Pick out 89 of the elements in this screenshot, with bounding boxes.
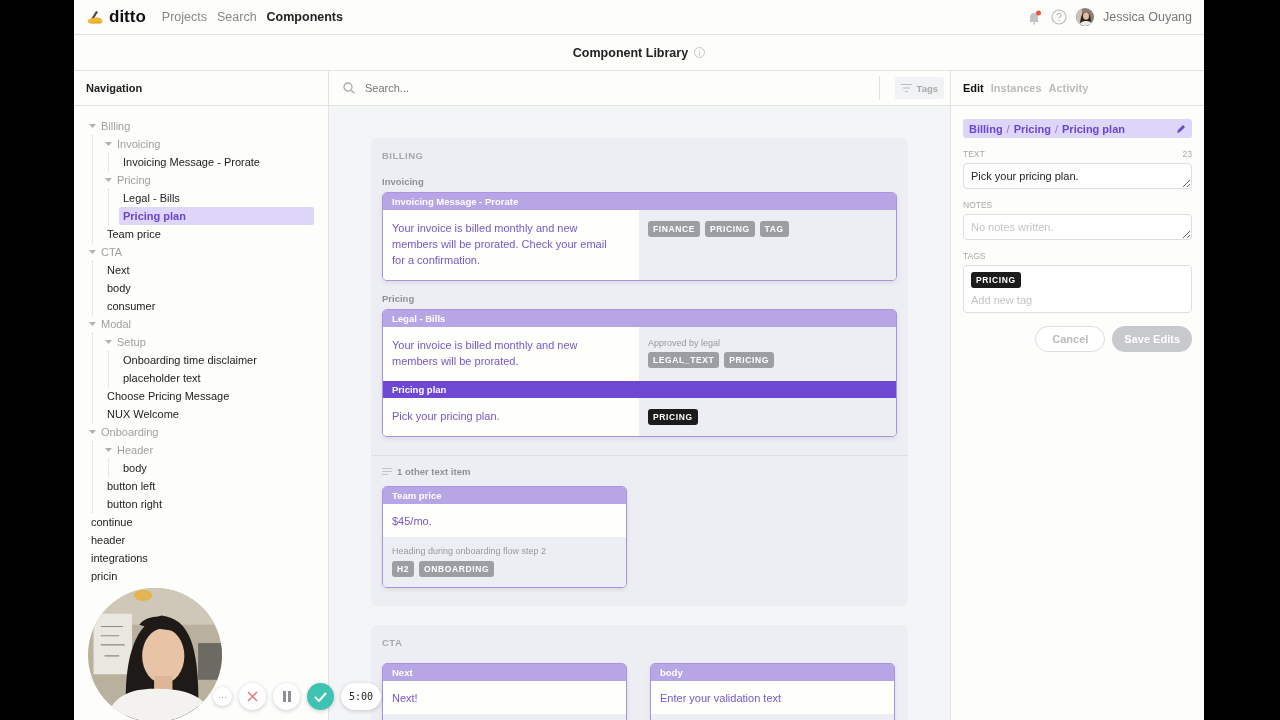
tab[interactable]: Edit: [963, 82, 984, 94]
caret-icon[interactable]: [89, 429, 96, 435]
section-title: CTA: [382, 637, 404, 650]
breadcrumb-separator: /: [1006, 122, 1010, 135]
info-icon[interactable]: [694, 47, 706, 58]
component-card[interactable]: body Enter your validation text: [650, 663, 895, 720]
close-icon: [247, 691, 258, 702]
page-title: Component Library: [572, 45, 689, 60]
tree-item[interactable]: pricin: [87, 567, 314, 585]
tree-item[interactable]: header: [87, 531, 314, 549]
group-title: Invoicing: [382, 176, 425, 187]
tree-item[interactable]: Choose Pricing Message: [103, 387, 314, 405]
tree-item[interactable]: Team price: [103, 225, 314, 243]
tag: LEGAL_TEXT: [648, 352, 720, 368]
tree-item[interactable]: Legal - Bills: [119, 189, 314, 207]
tree-item[interactable]: Next: [103, 261, 314, 279]
nav-link[interactable]: Projects: [161, 10, 207, 24]
user-name[interactable]: Jessica Ouyang: [1103, 10, 1192, 24]
breadcrumb-separator: /: [1054, 122, 1059, 135]
component-card[interactable]: Invoicing Message - Prorate Your invoice is billed monthly and new members will be prorated. Check your email for a confirmation. FINANCE PRICING TAG: [382, 192, 897, 281]
item-text: $45/mo.: [383, 504, 626, 537]
tag: TAG: [759, 221, 789, 237]
tree-item[interactable]: body: [119, 459, 314, 477]
item-note: Approved by legal: [648, 338, 722, 348]
item-note: Heading during onboarding flow step 2: [392, 546, 548, 556]
search-icon: [343, 82, 355, 94]
section-title: BILLING: [382, 150, 425, 163]
tree-item[interactable]: body: [103, 279, 314, 297]
item-text: Enter your validation text: [651, 681, 894, 714]
nav-link[interactable]: Components: [266, 10, 343, 24]
field-label: NOTES: [963, 200, 993, 210]
close-button[interactable]: [239, 683, 266, 710]
notes-field[interactable]: No notes written.: [963, 214, 1192, 240]
breadcrumb-link[interactable]: Pricing: [1013, 122, 1051, 135]
tree-item[interactable]: integrations: [87, 549, 314, 567]
tree-item[interactable]: Onboarding time disclaimer: [119, 351, 314, 369]
breadcrumb-link[interactable]: Billing: [969, 122, 1003, 135]
field-label: TAGS: [963, 251, 986, 261]
item-text: Your invoice is billed monthly and new members will be prorated. Check your email for a confirmation.: [383, 210, 639, 280]
tag: PRICING: [705, 221, 755, 237]
pause-icon: [281, 691, 292, 702]
component-card[interactable]: Next Next!: [382, 663, 627, 720]
check-icon: [314, 691, 327, 702]
caret-icon[interactable]: [105, 141, 112, 147]
nav-link[interactable]: Search: [217, 10, 257, 24]
field-label: TEXT: [963, 149, 985, 159]
tag: FINANCE: [648, 221, 700, 237]
notification-bell-icon[interactable]: [1027, 9, 1043, 25]
tag: ONBOARDING: [419, 561, 495, 577]
text-field[interactable]: Pick your pricing plan.: [963, 163, 1192, 189]
caret-icon[interactable]: [105, 339, 112, 345]
breadcrumb-link[interactable]: Pricing plan: [1062, 122, 1125, 135]
caret-icon[interactable]: [105, 177, 112, 183]
item-header[interactable]: Pricing plan: [383, 381, 896, 398]
check-button[interactable]: [307, 683, 334, 710]
caret-icon[interactable]: [105, 447, 112, 453]
tag: PRICING: [648, 409, 698, 425]
tag: H2: [392, 561, 415, 577]
item-text: Next!: [383, 681, 626, 714]
char-count: 23: [1182, 149, 1192, 159]
more-button[interactable]: ···: [213, 687, 232, 706]
tree-item[interactable]: button left: [103, 477, 314, 495]
help-icon[interactable]: [1051, 9, 1068, 25]
tree-item[interactable]: continue: [87, 513, 314, 531]
text-lines-icon: [382, 468, 392, 475]
pause-button[interactable]: [273, 683, 300, 710]
tree-item[interactable]: placeholder text: [119, 369, 314, 387]
component-card[interactable]: Team price $45/mo. Heading during onboarding flow step 2 H2 ONBOARDING: [382, 486, 627, 588]
tree-item[interactable]: Invoicing Message - Prorate: [119, 153, 314, 171]
tree-item[interactable]: button right: [103, 495, 314, 513]
item-text: Pick your pricing plan.: [383, 398, 639, 436]
caret-icon[interactable]: [89, 321, 96, 327]
caret-icon[interactable]: [89, 123, 96, 129]
caret-icon[interactable]: [89, 249, 96, 255]
panel-title: Navigation: [85, 82, 143, 94]
component-card[interactable]: Legal - Bills Your invoice is billed monthly and new members will be prorated. Approved by legal LEGAL_TEXT PRICING Pricing plan Pick your pricing plan. PRICING: [382, 309, 897, 437]
tree-item[interactable]: Pricing plan: [119, 207, 314, 225]
tree-item[interactable]: NUX Welcome: [103, 405, 314, 423]
group-title: 1 other text item: [397, 466, 471, 477]
writing-hand-icon: [87, 9, 104, 25]
app-logo[interactable]: ditto: [109, 7, 146, 27]
tree-item[interactable]: consumer: [103, 297, 314, 315]
pencil-icon[interactable]: [1177, 124, 1186, 133]
tag: PRICING: [724, 352, 774, 368]
item-text: Your invoice is billed monthly and new members will be prorated.: [383, 327, 639, 381]
group-title: Pricing: [382, 293, 416, 304]
search-field[interactable]: Search...: [363, 81, 871, 95]
tag: PRICING: [971, 272, 1021, 288]
filter-icon: [900, 84, 912, 92]
